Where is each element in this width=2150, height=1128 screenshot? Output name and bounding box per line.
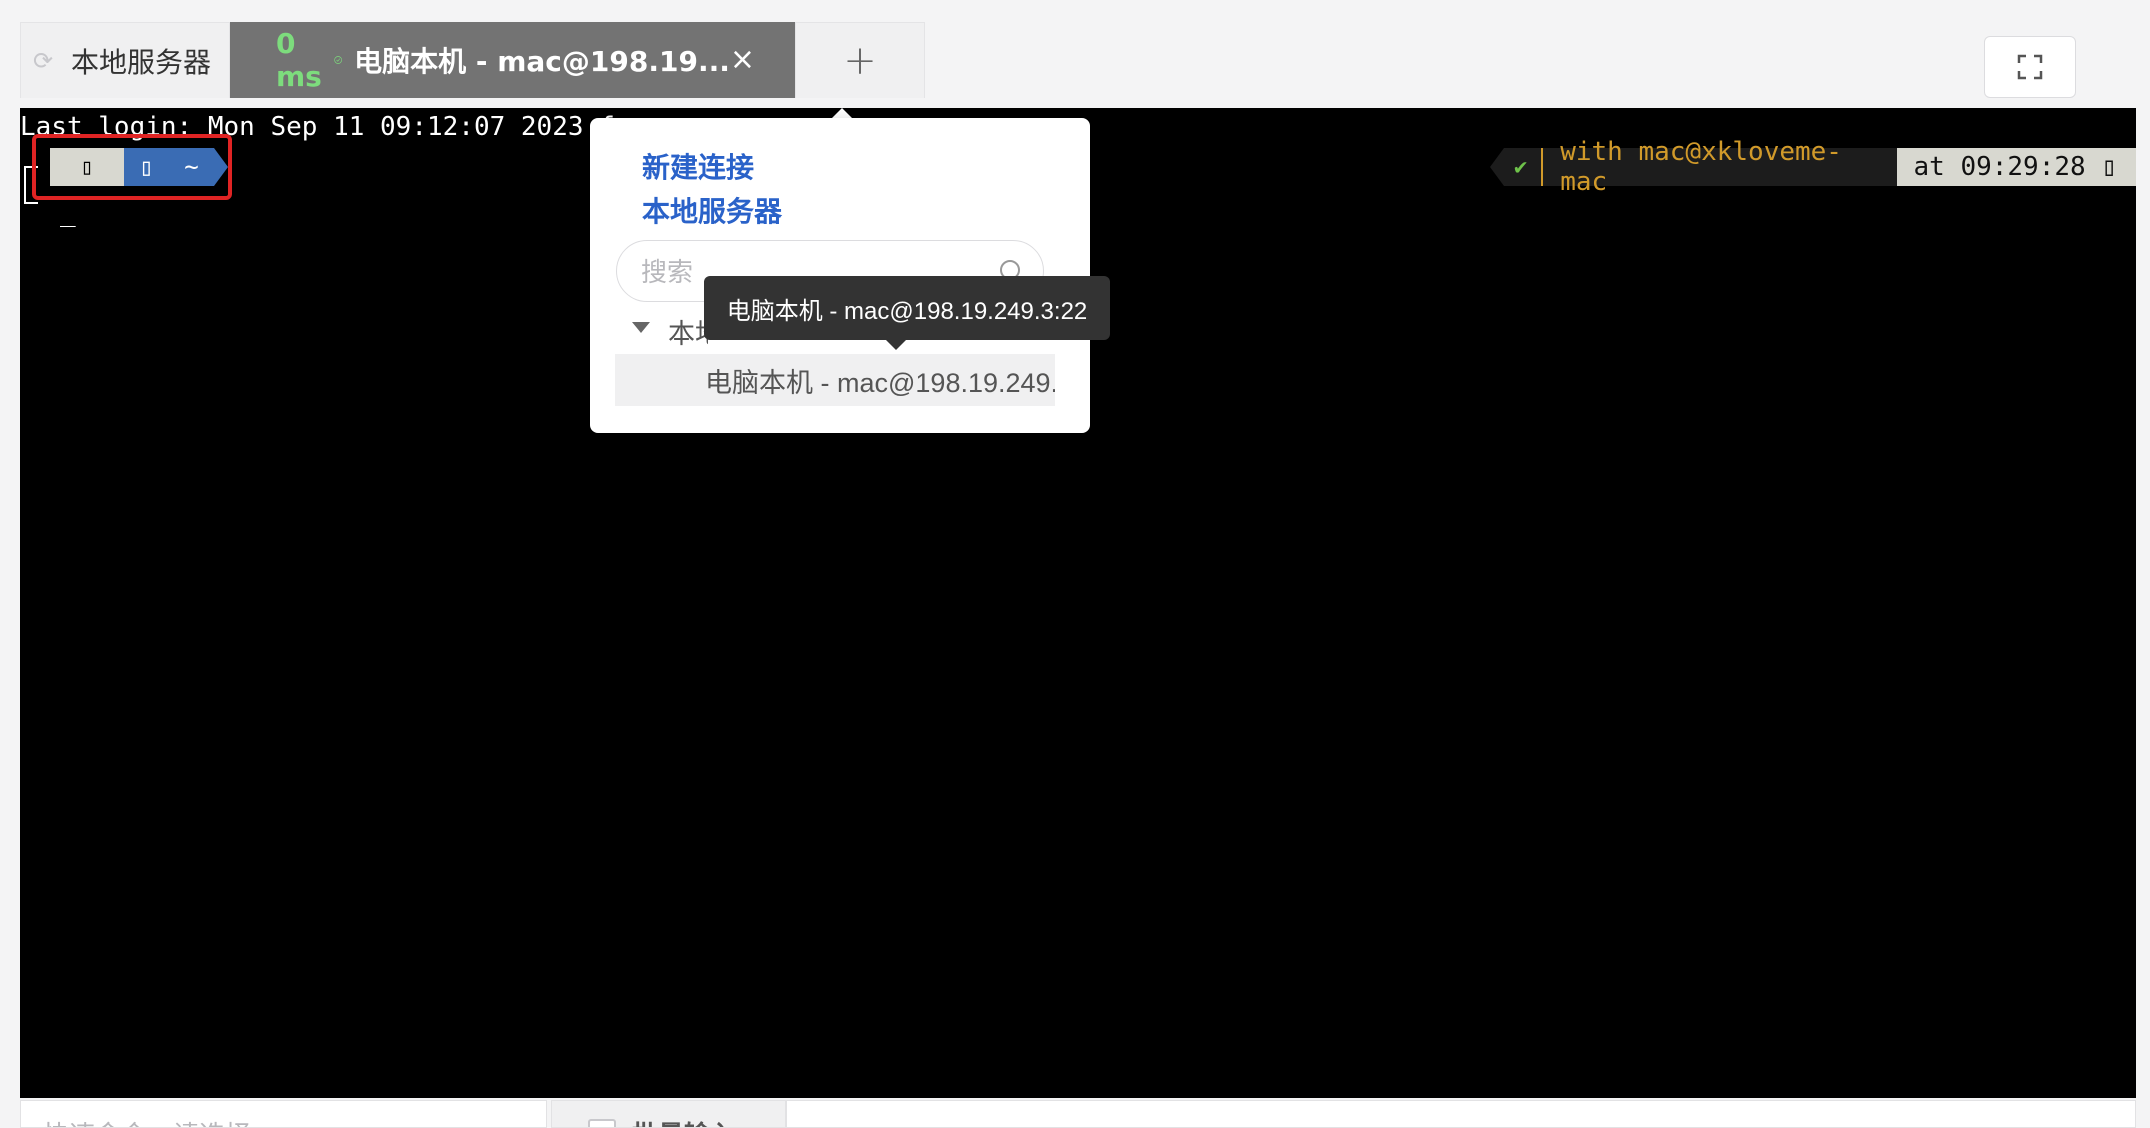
latency-text: 0 ms [276, 27, 322, 93]
tree-item-host[interactable]: 电脑本机 - mac@198.19.249. [615, 354, 1055, 406]
fullscreen-button[interactable] [1984, 36, 2076, 98]
check-circle-icon [334, 56, 342, 64]
right-prompt: ✔ with mac@xkloveme-mac at 09:29:28 ▯ [1490, 137, 2136, 197]
local-server-link[interactable]: 本地服务器 [642, 190, 782, 230]
quick-command-placeholder: 快速命令，请选择 [43, 1115, 251, 1127]
new-connection-link[interactable]: 新建连接 [642, 146, 754, 186]
highlight-annotation [32, 134, 232, 200]
tab-label: 本地服务器 [71, 45, 212, 79]
rprompt-cap [1490, 148, 1504, 186]
close-icon[interactable]: × [730, 45, 755, 75]
caret-down-icon[interactable] [632, 322, 650, 333]
batch-label: 批量输入 [632, 1115, 736, 1127]
tab-title: 电脑本机 - mac@198.19... [354, 45, 730, 78]
batch-checkbox[interactable] [588, 1119, 616, 1127]
quick-command-select[interactable]: 快速命令，请选择 ⌄ [20, 1100, 547, 1128]
host-tooltip: 电脑本机 - mac@198.19.249.3:22 [704, 276, 1110, 340]
cursor: _ [60, 198, 76, 228]
refresh-icon: ⟳ [33, 46, 54, 75]
status-ok-icon: ✔ [1504, 148, 1542, 186]
tab-active-session[interactable]: 0 ms 电脑本机 - mac@198.19... × [230, 22, 795, 98]
fullscreen-icon [2017, 54, 2043, 80]
rprompt-user: with mac@xkloveme-mac [1546, 137, 1898, 197]
rprompt-time: at 09:29:28 ▯ [1897, 148, 2136, 186]
batch-input-toggle[interactable]: 批量输入 [551, 1100, 786, 1128]
tree-item-label: 电脑本机 - mac@198.19.249. [705, 367, 1055, 398]
tab-local-server[interactable]: ⟳ 本地服务器 [20, 22, 230, 98]
batch-command-input[interactable] [786, 1100, 2136, 1128]
add-tab-button[interactable]: + [795, 22, 925, 98]
chevron-down-icon: ⌄ [514, 1117, 530, 1128]
tooltip-arrow [886, 340, 906, 350]
tree-group-label[interactable]: 本地 [668, 312, 708, 351]
